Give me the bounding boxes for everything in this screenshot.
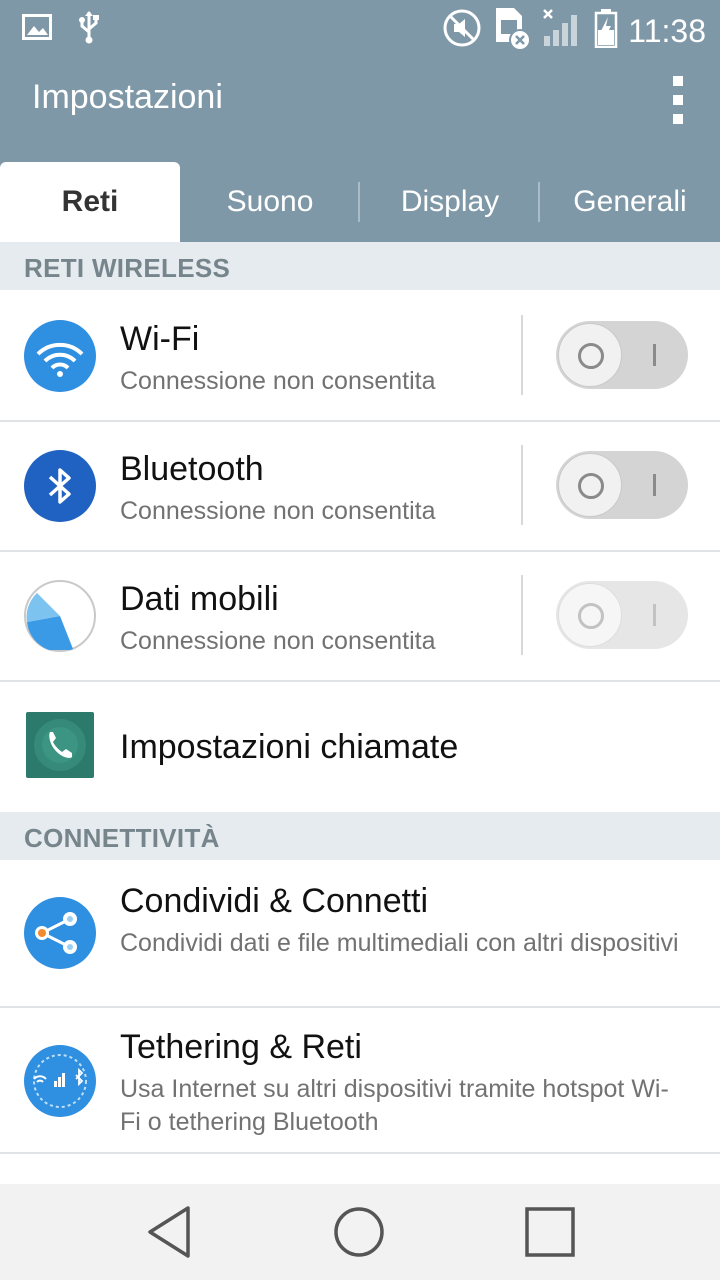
app-bar: Impostazioni [0, 52, 720, 146]
recents-icon[interactable] [518, 1202, 582, 1262]
divider [521, 575, 523, 655]
bluetooth-icon [24, 450, 96, 522]
item-title: Condividi & Connetti [120, 882, 429, 920]
status-time: 11:38 [628, 12, 706, 49]
battery-charging-icon [594, 8, 618, 53]
back-icon[interactable] [138, 1202, 202, 1262]
gallery-icon [22, 14, 52, 45]
list-item-share-connect[interactable]: Condividi & Connetti Condividi dati e fi… [0, 860, 720, 1008]
share-icon [24, 897, 96, 969]
mute-icon [442, 8, 482, 53]
list-item-tethering[interactable]: Tethering & Reti Usa Internet su altri d… [0, 1008, 720, 1154]
mobile-data-icon [24, 580, 96, 652]
list-item-wifi[interactable]: Wi-Fi Connessione non consentita [0, 290, 720, 422]
signal-icon [542, 8, 584, 53]
tab-reti[interactable]: Reti [0, 162, 180, 242]
phone-icon [26, 712, 94, 778]
item-title: Bluetooth [120, 450, 264, 488]
usb-icon [78, 10, 100, 49]
item-title: Tethering & Reti [120, 1028, 362, 1066]
tab-bar: Reti Suono Display Generali [0, 146, 720, 242]
mobile-data-toggle[interactable] [556, 581, 688, 649]
list-item-bluetooth[interactable]: Bluetooth Connessione non consentita [0, 422, 720, 552]
list-item-mobile-data[interactable]: Dati mobili Connessione non consentita [0, 552, 720, 682]
item-subtitle: Condividi dati e file multimediali con a… [120, 929, 679, 957]
status-bar: 11:38 [0, 0, 720, 52]
divider [521, 315, 523, 395]
list-item-call-settings[interactable]: Impostazioni chiamate [0, 682, 720, 812]
tethering-icon [24, 1045, 96, 1117]
divider [521, 445, 523, 525]
wifi-toggle[interactable] [556, 321, 688, 389]
tab-suono[interactable]: Suono [180, 162, 360, 242]
sim-error-icon [492, 6, 532, 55]
section-header-connectivity: CONNETTIVITÀ [0, 812, 720, 860]
navigation-bar [0, 1184, 720, 1280]
bluetooth-toggle[interactable] [556, 451, 688, 519]
item-title: Impostazioni chiamate [120, 728, 459, 766]
more-vert-icon[interactable] [666, 76, 690, 124]
page-title: Impostazioni [32, 78, 223, 116]
item-subtitle: Usa Internet su altri dispositivi tramit… [120, 1075, 669, 1136]
tab-generali[interactable]: Generali [540, 162, 720, 242]
tab-display[interactable]: Display [360, 162, 540, 242]
home-icon[interactable] [327, 1202, 391, 1262]
section-header-wireless: RETI WIRELESS [0, 242, 720, 290]
wifi-icon [24, 320, 96, 392]
item-title: Wi-Fi [120, 320, 200, 358]
section-title: RETI WIRELESS [24, 253, 231, 283]
section-title: CONNETTIVITÀ [24, 823, 220, 853]
item-title: Dati mobili [120, 580, 279, 618]
